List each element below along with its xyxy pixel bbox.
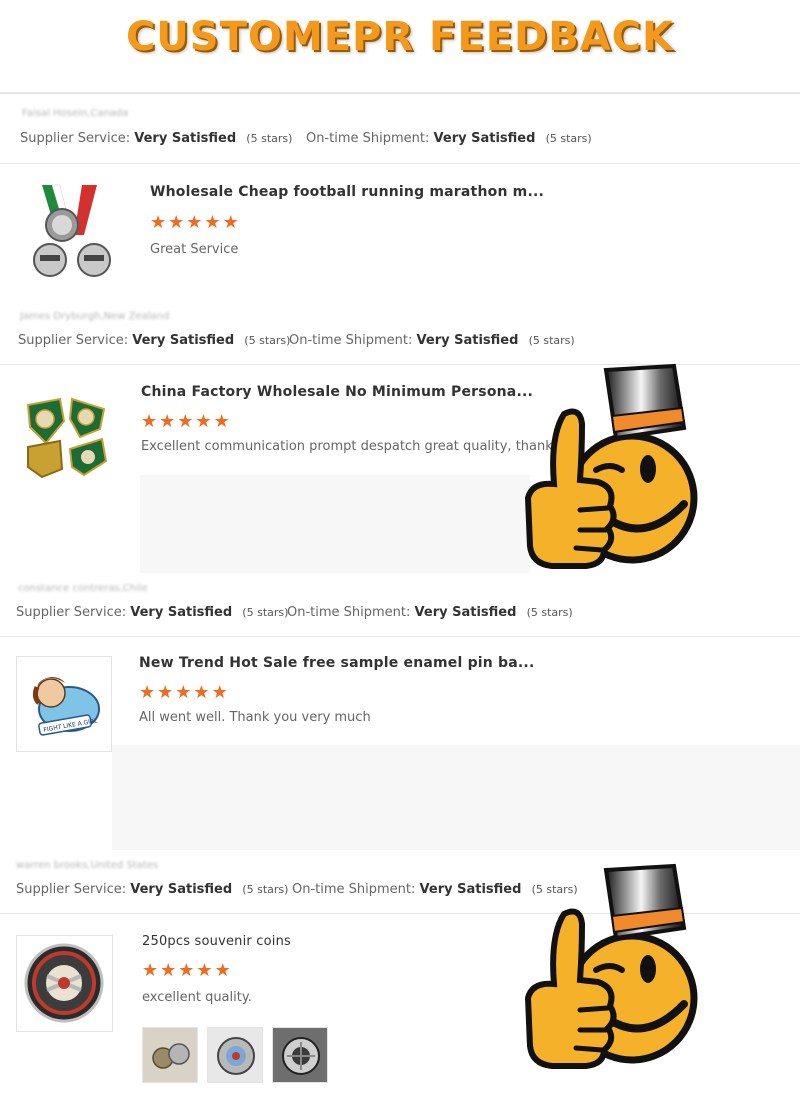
product-card: FIGHT LIKE A GIRL New Trend Hot Sale fre…: [0, 637, 800, 852]
review-comment: All went well. Thank you very much: [139, 710, 371, 725]
review-comment: Great Service: [150, 242, 239, 257]
ontime-shipment-rating: On-time Shipment: Very Satisfied (5 star…: [289, 333, 575, 348]
reviewer-name: James Dryburgh,New Zealand: [20, 311, 170, 322]
star-icon: ★: [139, 682, 156, 703]
star-icon: ★: [141, 411, 158, 432]
ontime-shipment-rating: On-time Shipment: Very Satisfied (5 star…: [287, 605, 573, 620]
supplier-service-rating: Supplier Service: Very Satisfied (5 star…: [16, 882, 289, 897]
star-icon: ★: [211, 682, 228, 703]
star-rating: ★ ★ ★ ★ ★: [141, 413, 230, 431]
star-rating: ★ ★ ★ ★ ★: [142, 962, 231, 980]
supplier-service-rating: Supplier Service: Very Satisfied (5 star…: [20, 131, 293, 146]
product-title[interactable]: 250pcs souvenir coins: [142, 934, 291, 949]
product-title[interactable]: Wholesale Cheap football running maratho…: [150, 184, 544, 200]
star-icon: ★: [150, 212, 167, 233]
star-rating: ★ ★ ★ ★ ★: [150, 214, 239, 232]
star-icon: ★: [196, 960, 213, 981]
star-icon: ★: [178, 960, 195, 981]
ontime-shipment-rating: On-time Shipment: Very Satisfied (5 star…: [306, 131, 592, 146]
star-icon: ★: [193, 682, 210, 703]
review-photo-thumbnail[interactable]: [142, 1027, 198, 1083]
star-icon: ★: [222, 212, 239, 233]
product-title[interactable]: China Factory Wholesale No Minimum Perso…: [141, 384, 533, 400]
star-icon: ★: [214, 960, 231, 981]
star-rating: ★ ★ ★ ★ ★: [139, 684, 228, 702]
thumbs-up-emoji-icon: [524, 858, 699, 1076]
product-title[interactable]: New Trend Hot Sale free sample enamel pi…: [139, 655, 534, 671]
star-icon: ★: [175, 682, 192, 703]
review-photo-thumbnail[interactable]: [207, 1027, 263, 1083]
thumbs-up-emoji-icon: [524, 358, 699, 576]
banner-title: CUSTOMEPR FEEDBACK: [125, 14, 675, 60]
star-icon: ★: [195, 411, 212, 432]
star-icon: ★: [160, 960, 177, 981]
star-icon: ★: [213, 411, 230, 432]
blank-area: [140, 475, 530, 573]
star-icon: ★: [177, 411, 194, 432]
supplier-service-rating: Supplier Service: Very Satisfied (5 star…: [16, 605, 289, 620]
review-comment: Excellent communication prompt despatch …: [141, 439, 560, 454]
blank-area: [112, 745, 800, 850]
product-thumbnail[interactable]: [22, 180, 122, 280]
reviewer-name: constance contreras,Chile: [18, 583, 148, 594]
product-card: Wholesale Cheap football running maratho…: [0, 164, 800, 304]
review-meta: Faisal Hosein,Canada Supplier Service: V…: [0, 100, 800, 172]
star-icon: ★: [142, 960, 159, 981]
review-comment: excellent quality.: [142, 990, 252, 1005]
product-thumbnail[interactable]: [22, 391, 112, 481]
review-photo-thumbnail[interactable]: [272, 1027, 328, 1083]
star-icon: ★: [168, 212, 185, 233]
product-thumbnail[interactable]: [16, 935, 113, 1032]
star-icon: ★: [159, 411, 176, 432]
reviewer-name: Faisal Hosein,Canada: [22, 108, 129, 119]
star-icon: ★: [157, 682, 174, 703]
star-icon: ★: [186, 212, 203, 233]
reviewer-name: warren brooks,United States: [16, 860, 159, 871]
page-header: CUSTOMEPR FEEDBACK: [0, 0, 800, 94]
product-thumbnail[interactable]: FIGHT LIKE A GIRL: [16, 656, 112, 752]
star-icon: ★: [204, 212, 221, 233]
supplier-service-rating: Supplier Service: Very Satisfied (5 star…: [18, 333, 291, 348]
